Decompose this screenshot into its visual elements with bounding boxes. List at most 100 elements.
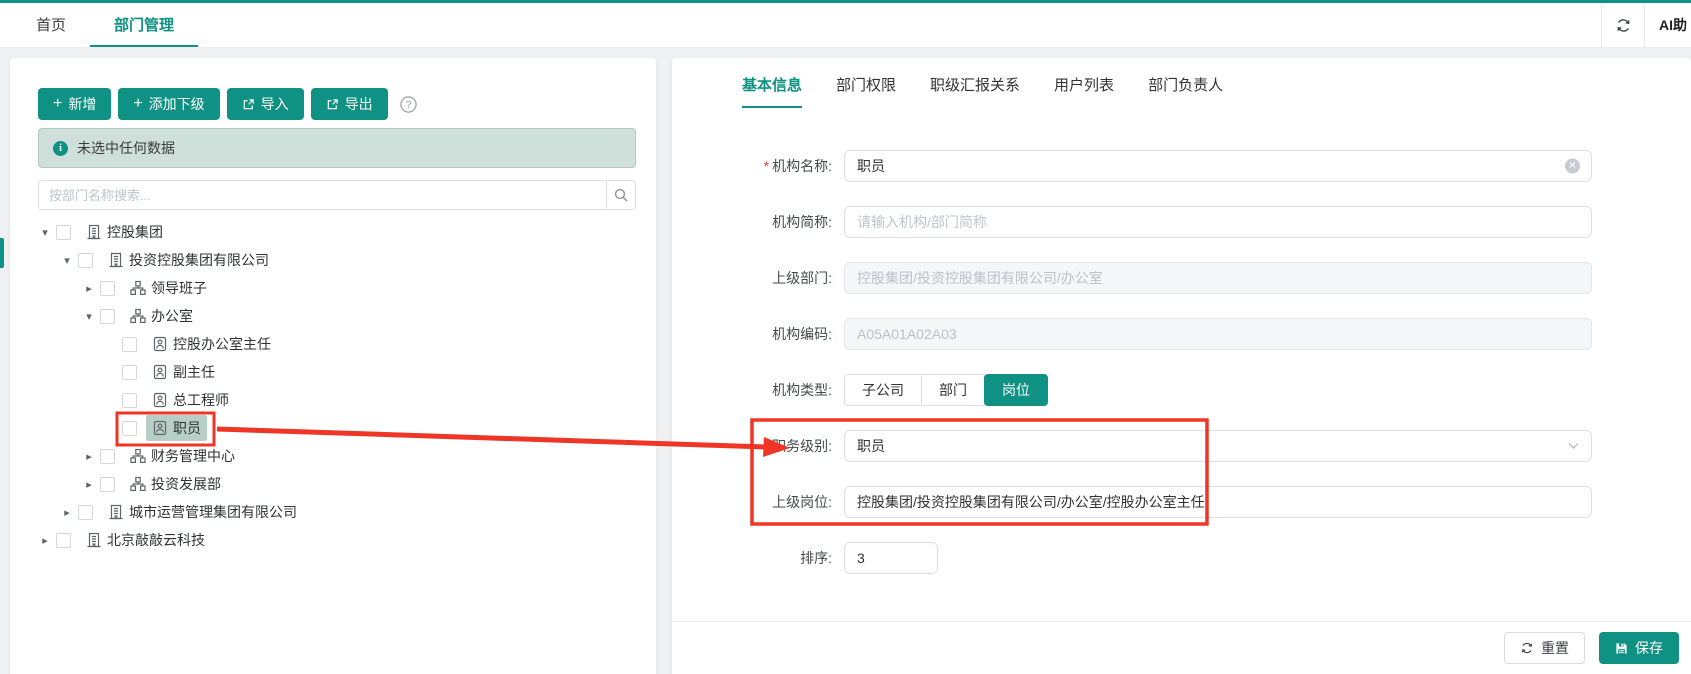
tree-checkbox[interactable] — [122, 336, 137, 352]
tree-node-label: 投资控股集团有限公司 — [129, 252, 269, 268]
import-button[interactable]: 导入 — [226, 88, 304, 120]
tree-checkbox[interactable] — [78, 504, 93, 520]
export-button[interactable]: 导出 — [310, 88, 388, 120]
help-icon[interactable]: ? — [399, 95, 417, 113]
tree-node-content[interactable]: 控股集团 — [80, 219, 169, 245]
detail-tab[interactable]: 用户列表 — [1054, 74, 1114, 108]
tree-checkbox[interactable] — [122, 420, 137, 436]
refresh-icon — [1615, 17, 1632, 34]
tree-checkbox[interactable] — [56, 224, 71, 240]
form-footer: 重置 保存 — [672, 621, 1691, 674]
sort-control — [844, 542, 938, 574]
tree-checkbox[interactable] — [56, 532, 71, 548]
caret-right-icon[interactable]: ▸ — [82, 478, 96, 491]
basic-info-form: *机构名称: ✕ 机构简称: 上级部门: 机构编码: 机构类型: — [672, 138, 1691, 586]
add-child-button[interactable]: + 添加下级 — [118, 88, 220, 120]
topbar-tab[interactable]: 首页 — [12, 3, 90, 47]
search-row — [38, 180, 636, 210]
tree-node[interactable]: 职员 — [38, 414, 636, 442]
svg-text:?: ? — [405, 100, 411, 111]
tree-checkbox[interactable] — [78, 252, 93, 268]
drawer-handle[interactable] — [0, 238, 4, 268]
tree-node[interactable]: ▾ 办公室 — [38, 302, 636, 330]
sort-input[interactable] — [844, 542, 938, 574]
tree-node-content[interactable]: 领导班子 — [124, 275, 213, 301]
tree-checkbox[interactable] — [100, 308, 115, 324]
tree-node-content[interactable]: 总工程师 — [146, 387, 235, 413]
tree-checkbox[interactable] — [100, 476, 115, 492]
org-type-option[interactable]: 岗位 — [984, 374, 1048, 406]
department-icon — [130, 308, 146, 324]
topbar-tab[interactable]: 部门管理 — [90, 3, 199, 47]
department-tree: ▾ 控股集团 ▾ 投资控股集团有限公司 ▸ 领导班子 ▾ 办公室 控股办公室主任副主任总工程师职… — [38, 218, 636, 554]
job-level-input[interactable] — [844, 430, 1592, 462]
required-mark: * — [763, 438, 770, 454]
detail-tab[interactable]: 部门负责人 — [1148, 74, 1223, 108]
tree-node-content[interactable]: 副主任 — [146, 359, 221, 385]
search-button[interactable] — [606, 180, 636, 210]
tree-checkbox[interactable] — [122, 364, 137, 380]
tree-node[interactable]: ▸ 投资发展部 — [38, 470, 636, 498]
search-icon — [614, 188, 628, 202]
plus-icon: + — [133, 95, 143, 112]
org-type-option[interactable]: 子公司 — [844, 374, 922, 406]
caret-right-icon[interactable]: ▸ — [82, 450, 96, 463]
clear-icon[interactable]: ✕ — [1565, 158, 1580, 174]
tree-node[interactable]: ▸ 北京敲敲云科技 — [38, 526, 636, 554]
tree-node[interactable]: ▸ 财务管理中心 — [38, 442, 636, 470]
refresh-button[interactable] — [1602, 3, 1644, 47]
tree-node[interactable]: ▸ 领导班子 — [38, 274, 636, 302]
tree-node[interactable]: 控股办公室主任 — [38, 330, 636, 358]
caret-right-icon[interactable]: ▸ — [82, 282, 96, 295]
tree-node-content[interactable]: 城市运营管理集团有限公司 — [102, 499, 303, 525]
search-input[interactable] — [38, 180, 606, 210]
ai-assistant-button[interactable]: AI助 — [1645, 3, 1691, 47]
caret-right-icon[interactable]: ▸ — [60, 506, 74, 519]
caret-down-icon[interactable]: ▾ — [82, 310, 96, 323]
tree-node-content[interactable]: 投资控股集团有限公司 — [102, 247, 275, 273]
caret-down-icon[interactable]: ▾ — [60, 254, 74, 267]
tree-node[interactable]: ▾ 控股集团 — [38, 218, 636, 246]
tree-node-label: 副主任 — [173, 364, 215, 380]
save-button[interactable]: 保存 — [1599, 632, 1679, 664]
form-row-org-name: *机构名称: ✕ — [672, 138, 1691, 194]
caret-down-icon[interactable]: ▾ — [38, 226, 52, 239]
tree-node[interactable]: ▾ 投资控股集团有限公司 — [38, 246, 636, 274]
info-banner-text: 未选中任何数据 — [77, 140, 175, 156]
detail-tabs: 基本信息 部门权限 职级汇报关系 用户列表 部门负责人 — [672, 58, 1691, 108]
tree-checkbox[interactable] — [100, 280, 115, 296]
tree-node[interactable]: ▸ 城市运营管理集团有限公司 — [38, 498, 636, 526]
tree-node-content[interactable]: 职员 — [146, 415, 207, 441]
org-name-label: * 机构名称: — [763, 158, 832, 174]
detail-tab[interactable]: 部门权限 — [836, 74, 896, 108]
tree-node[interactable]: 副主任 — [38, 358, 636, 386]
detail-panel: 基本信息部门权限职级汇报关系用户列表部门负责人 *机构名称: ✕ 机构简称: 上… — [672, 58, 1691, 674]
reset-button[interactable]: 重置 — [1504, 632, 1585, 664]
tree-node-content[interactable]: 投资发展部 — [124, 471, 227, 497]
topbar: 首页 部门管理 AI助 — [0, 0, 1691, 48]
tree-node[interactable]: 总工程师 — [38, 386, 636, 414]
tree-checkbox[interactable] — [100, 448, 115, 464]
tree-node-content[interactable]: 控股办公室主任 — [146, 331, 277, 357]
tree-checkbox[interactable] — [122, 392, 137, 408]
tree-node-content[interactable]: 财务管理中心 — [124, 443, 241, 469]
tree-node-label: 财务管理中心 — [151, 448, 235, 464]
company-icon — [86, 532, 102, 548]
org-type-option[interactable]: 部门 — [921, 374, 985, 406]
tree-node-content[interactable]: 北京敲敲云科技 — [80, 527, 211, 553]
org-code-input — [844, 318, 1592, 350]
save-icon — [1615, 642, 1628, 655]
detail-tab[interactable]: 职级汇报关系 — [930, 74, 1020, 108]
tree-node-content[interactable]: 办公室 — [124, 303, 199, 329]
add-button[interactable]: + 新增 — [38, 88, 112, 120]
org-type-segmented: 子公司 部门 岗位 — [844, 374, 1048, 406]
form-row-org-short: 机构简称: — [672, 194, 1691, 250]
parent-post-input[interactable] — [844, 486, 1592, 518]
detail-tab[interactable]: 基本信息 — [742, 74, 803, 108]
org-short-control — [844, 206, 1592, 238]
org-name-input[interactable] — [844, 150, 1592, 182]
caret-right-icon[interactable]: ▸ — [38, 534, 52, 547]
form-row-sort: 排序: — [672, 530, 1691, 586]
org-short-input[interactable] — [844, 206, 1592, 238]
form-row-org-type: 机构类型: 子公司 部门 岗位 — [672, 362, 1691, 418]
